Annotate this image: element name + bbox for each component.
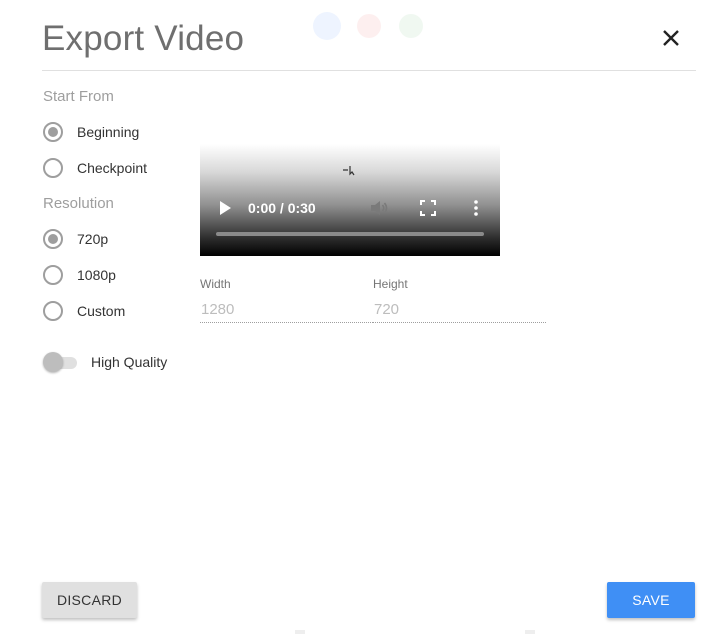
height-input[interactable]	[373, 297, 546, 323]
video-time: 0:00 / 0:30	[248, 200, 316, 216]
resolution-label: Resolution	[43, 195, 114, 212]
radio-720p[interactable]: 720p	[43, 228, 108, 250]
radio-button[interactable]	[43, 301, 63, 321]
export-video-dialog: Export Video Start From Beginning Checkp…	[0, 0, 717, 642]
dialog-title: Export Video	[42, 19, 245, 58]
background-mark	[295, 630, 305, 634]
high-quality-label: High Quality	[91, 354, 168, 370]
video-preview[interactable]	[200, 144, 500, 256]
radio-label-custom: Custom	[77, 303, 126, 319]
volume-icon[interactable]	[369, 199, 389, 217]
play-icon[interactable]	[218, 200, 232, 216]
mouse-cursor-icon	[342, 164, 356, 179]
radio-label-1080p: 1080p	[77, 267, 116, 283]
video-timeline[interactable]	[216, 232, 484, 236]
close-icon[interactable]	[657, 24, 685, 52]
fullscreen-icon[interactable]	[420, 200, 436, 216]
background-mark	[525, 630, 535, 634]
title-divider	[42, 70, 696, 71]
more-options-icon[interactable]	[469, 199, 483, 217]
radio-button[interactable]	[43, 265, 63, 285]
radio-button[interactable]	[43, 158, 63, 178]
high-quality-toggle[interactable]	[43, 352, 77, 372]
save-button[interactable]: SAVE	[607, 582, 695, 618]
start-from-label: Start From	[43, 88, 114, 105]
radio-label-checkpoint: Checkpoint	[77, 160, 148, 176]
high-quality-toggle-row[interactable]: High Quality	[43, 351, 167, 373]
radio-label-720p: 720p	[77, 231, 109, 247]
radio-button-checked[interactable]	[43, 229, 63, 249]
height-label: Height	[373, 277, 408, 291]
radio-beginning[interactable]: Beginning	[43, 121, 139, 143]
width-input[interactable]	[200, 297, 373, 323]
toggle-thumb[interactable]	[43, 352, 63, 372]
radio-1080p[interactable]: 1080p	[43, 264, 116, 286]
radio-custom[interactable]: Custom	[43, 300, 125, 322]
radio-button-checked[interactable]	[43, 122, 63, 142]
radio-checkpoint[interactable]: Checkpoint	[43, 157, 147, 179]
radio-label-beginning: Beginning	[77, 124, 140, 140]
width-label: Width	[200, 277, 231, 291]
discard-button[interactable]: DISCARD	[42, 582, 137, 618]
